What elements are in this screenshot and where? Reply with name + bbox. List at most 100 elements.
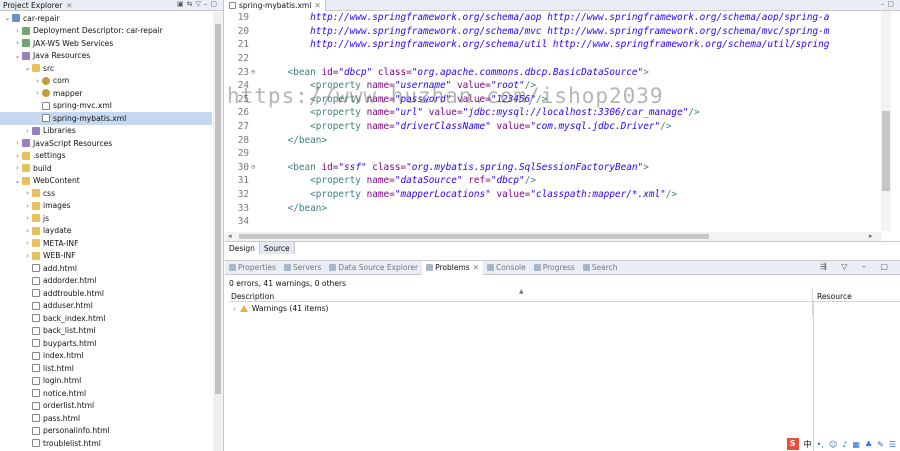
collapsed-arrow-icon[interactable]: › [23,239,32,247]
tree-item[interactable]: personalinfo.html [0,425,212,438]
sogou-input-icon[interactable]: S [786,438,799,450]
tree-item[interactable]: › com [0,75,212,88]
tree-item[interactable]: › JAX-WS Web Services [0,37,212,50]
editor-hscrollbar[interactable]: ◂ ▸ [225,232,882,241]
tree-item[interactable]: buyparts.html [0,337,212,350]
collapsed-arrow-icon[interactable]: › [23,202,32,210]
tree-item[interactable]: › images [0,200,212,213]
tree-item[interactable]: › JavaScript Resources [0,137,212,150]
expanded-arrow-icon[interactable]: ⌄ [23,64,32,72]
tree-item[interactable]: pass.html [0,412,212,425]
ime-mode-label[interactable]: 中 [804,439,812,450]
expanded-arrow-icon[interactable]: ⌄ [13,52,22,60]
design-source-tabs: Design Source [225,241,900,254]
tree-item[interactable]: ⌄ src [0,62,212,75]
collapsed-arrow-icon[interactable]: › [33,77,42,85]
source-tab[interactable]: Source [259,242,295,254]
resource-column-header[interactable]: Resource [813,289,900,301]
tree-item[interactable]: addorder.html [0,275,212,288]
fold-toggle-icon[interactable]: ⊖ [251,68,265,76]
collapsed-arrow-icon[interactable]: › [33,89,42,97]
tree-item[interactable]: notice.html [0,387,212,400]
design-tab[interactable]: Design [225,242,260,254]
expanded-arrow-icon[interactable]: ⌄ [3,14,12,22]
tree-item[interactable]: › .settings [0,150,212,163]
line-number: 22 [237,53,249,65]
tree-item-label: buyparts.html [43,338,97,348]
collapsed-arrow-icon[interactable]: › [23,214,32,222]
tree-item[interactable]: › build [0,162,212,175]
project-explorer-tab[interactable]: Project Explorer ✕ ▣⇆▽–▢ [0,0,223,11]
editor-tab[interactable]: spring-mybatis.xml ✕ [225,0,326,11]
tree-item[interactable]: › css [0,187,212,200]
tree-scrollbar[interactable] [213,12,223,451]
view-tab-label: Search [591,263,618,272]
tree-item[interactable]: ⌄ Java Resources [0,50,212,63]
tree-item[interactable]: › Deployment Descriptor: car-repair [0,25,212,38]
code-token: /> [688,107,700,119]
tree-item[interactable]: back_list.html [0,325,212,338]
expand-arrow-icon[interactable]: › [233,305,236,313]
code-token: </bean> [287,134,328,146]
tree-item[interactable]: login.html [0,375,212,388]
view-tab-progress[interactable]: Progress [530,263,579,272]
tree-item[interactable]: back_index.html [0,312,212,325]
tree-item[interactable]: adduser.html [0,300,212,313]
expanded-arrow-icon[interactable]: ⌄ [13,177,22,185]
collapsed-arrow-icon[interactable]: › [13,139,22,147]
collapsed-arrow-icon[interactable]: › [13,39,22,47]
tree-item[interactable]: › WEB-INF [0,250,212,263]
code-editor[interactable]: 19 http://www.springframework.org/schema… [225,11,900,234]
tree-item[interactable]: orderlist.html [0,400,212,413]
editor-vscrollbar[interactable] [881,11,891,231]
view-toolbar[interactable]: ▣⇆▽–▢ [177,0,220,8]
tree-item[interactable]: › Libraries [0,125,212,138]
close-icon[interactable]: ✕ [473,263,479,272]
editor-window-controls[interactable]: –▢ [881,0,897,8]
microphone-icon[interactable]: ♪ [842,440,847,449]
view-tab-servers[interactable]: Servers [280,263,326,272]
tree-item[interactable]: spring-mvc.xml [0,100,212,113]
tree-item[interactable]: addtrouble.html [0,287,212,300]
tree-item[interactable]: troublelist.html [0,437,212,450]
tree-item[interactable]: spring-mybatis.xml [0,112,212,125]
tree-item[interactable]: add.html [0,262,212,275]
keyboard-icon[interactable]: ▦ [852,440,860,449]
code-token: "dbcp" [338,66,373,78]
collapsed-arrow-icon[interactable]: › [13,152,22,160]
tree-item[interactable]: › laydate [0,225,212,238]
collapsed-arrow-icon[interactable]: › [13,27,22,35]
warnings-row[interactable]: › Warnings (41 items) [229,302,900,315]
emoji-icon[interactable]: ☺ [829,440,837,449]
tree-item[interactable]: index.html [0,350,212,363]
tree-item[interactable]: ⌄ WebContent [0,175,212,188]
view-tab-problems[interactable]: Problems ✕ [422,260,483,275]
fold-toggle-icon[interactable]: ⊖ [251,163,265,171]
tree-item[interactable]: › js [0,212,212,225]
view-tab-properties[interactable]: Properties [225,263,280,272]
collapsed-arrow-icon[interactable]: › [23,252,32,260]
tree-item[interactable]: list.html [0,362,212,375]
view-tab-search[interactable]: Search [579,263,622,272]
view-tab-console[interactable]: Console [483,263,530,272]
tree-item[interactable]: › mapper [0,87,212,100]
punctuation-icon[interactable]: •, [817,440,824,449]
skin-icon[interactable]: ♣ [865,440,872,449]
tree-item-label: login.html [43,376,82,386]
tree-item[interactable]: ⌄ car-repair [0,12,212,25]
collapsed-arrow-icon[interactable]: › [13,164,22,172]
tree-item-label: notice.html [43,388,87,398]
collapsed-arrow-icon[interactable]: › [23,189,32,197]
view-tab-data-source-explorer[interactable]: Data Source Explorer [325,263,422,272]
collapsed-arrow-icon[interactable]: › [23,227,32,235]
collapsed-arrow-icon[interactable]: › [23,127,32,135]
close-icon[interactable]: ✕ [314,1,320,10]
problems-toolbar[interactable]: ⇶ ▽ – ▢ [820,262,894,271]
tree-item[interactable]: › META-INF [0,237,212,250]
tools-icon[interactable]: ✎ [877,440,884,449]
menu-icon[interactable]: ☰ [889,440,896,449]
close-icon[interactable]: ✕ [66,1,72,10]
